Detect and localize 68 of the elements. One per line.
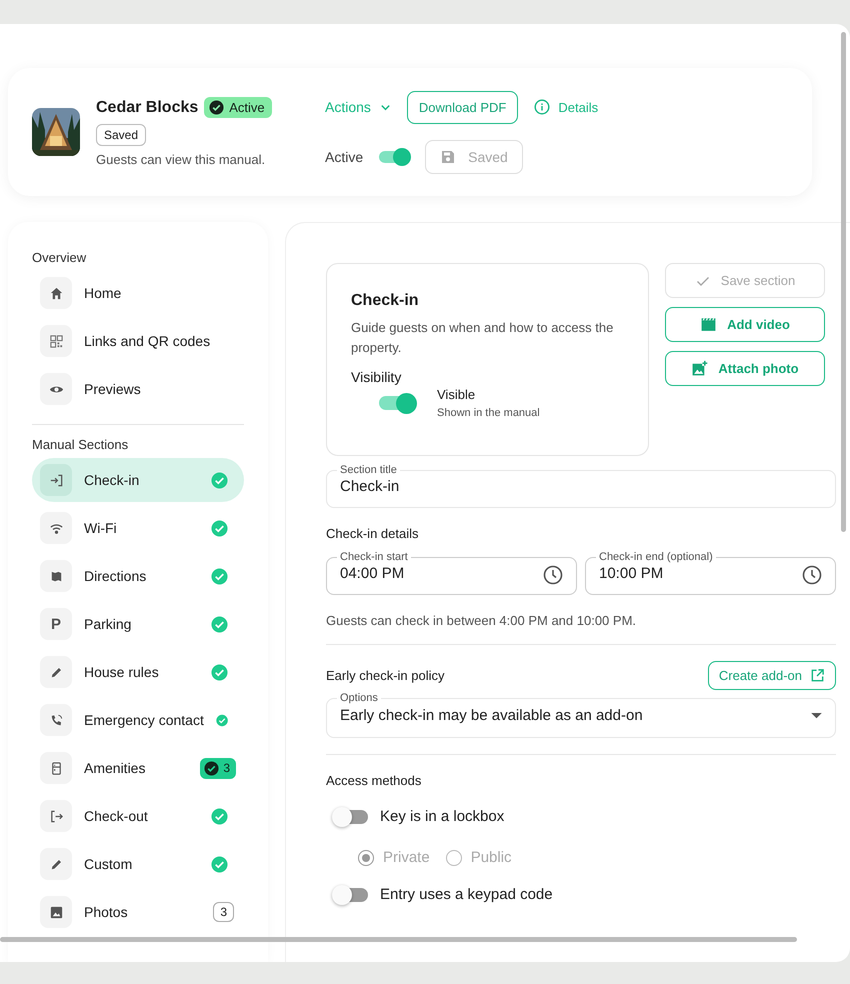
count-badge: 3 xyxy=(213,902,234,922)
check-icon xyxy=(211,472,228,488)
check-icon xyxy=(211,568,228,584)
sidebar-item[interactable]: Directions xyxy=(32,554,244,598)
field-label: Section title xyxy=(339,464,398,476)
section-subheading: Early check-in policy xyxy=(326,668,444,683)
sidebar-item[interactable]: Links and QR codes xyxy=(32,319,244,363)
visibility-state: Visible xyxy=(437,387,476,402)
field-label: Check-in end (optional) xyxy=(598,551,714,563)
sidebar-item[interactable]: Amenities 3 xyxy=(32,746,244,790)
sidebar-heading: Manual Sections xyxy=(32,437,130,452)
parking-icon: P xyxy=(50,616,61,632)
access-toggle[interactable] xyxy=(334,888,368,902)
sidebar-item[interactable]: Photos 3 xyxy=(32,890,244,934)
radio-label: Public xyxy=(470,849,512,866)
access-method-label: Key is in a lockbox xyxy=(380,808,504,825)
check-icon xyxy=(211,856,228,872)
section-description: Guide guests on when and how to access the property. xyxy=(351,319,614,357)
visibility-hint: Shown in the manual xyxy=(437,407,540,419)
sidebar-item[interactable]: P Parking xyxy=(32,602,244,646)
manual-title: Cedar Blocks xyxy=(96,98,198,116)
active-label: Active xyxy=(325,148,364,164)
enter-arrow-icon xyxy=(48,472,64,488)
section-heading: Check-in xyxy=(351,292,420,310)
visibility-label: Visibility xyxy=(351,369,402,385)
section-subheading: Check-in details xyxy=(326,526,420,541)
add-image-icon xyxy=(691,360,708,377)
sidebar-item[interactable]: Custom xyxy=(32,842,244,886)
count-badge: 3 xyxy=(200,758,236,778)
check-icon xyxy=(211,520,228,536)
vertical-scrollbar[interactable] xyxy=(841,32,846,532)
sidebar-item[interactable]: Emergency contact xyxy=(32,698,244,742)
home-icon xyxy=(48,286,64,300)
check-icon xyxy=(211,808,228,824)
options-dropdown[interactable]: Options Early check-in may be available as an add-on xyxy=(326,692,836,738)
saved-chip: Saved xyxy=(96,124,146,146)
sidebar-item[interactable]: Check-in xyxy=(32,458,244,502)
clapperboard-icon xyxy=(700,316,718,333)
field-label: Options xyxy=(339,692,379,704)
status-badge: Active xyxy=(204,97,272,118)
sidebar-item[interactable]: Wi-Fi xyxy=(32,506,244,550)
time-field[interactable]: Check-in end (optional) 10:00 PM xyxy=(585,551,836,595)
active-toggle[interactable] xyxy=(379,150,410,162)
access-toggle[interactable] xyxy=(334,810,368,824)
section-title-field[interactable]: Section title Check-in xyxy=(326,464,836,508)
external-link-icon xyxy=(810,668,825,683)
field-label: Check-in start xyxy=(339,551,409,563)
sidebar-item[interactable]: Home xyxy=(32,271,244,315)
clock-icon[interactable] xyxy=(543,564,563,584)
checkin-summary: Guests can check in between 4:00 PM and 10:00 PM. xyxy=(326,613,638,628)
horizontal-scrollbar[interactable] xyxy=(0,937,797,942)
image-icon xyxy=(48,904,64,920)
sidebar-item[interactable]: House rules xyxy=(32,650,244,694)
radio-label: Private xyxy=(383,849,430,866)
time-field[interactable]: Check-in start 04:00 PM xyxy=(326,551,577,595)
sidebar-item[interactable]: Previews xyxy=(32,367,244,411)
access-method-label: Entry uses a keypad code xyxy=(380,886,553,903)
visibility-caption: Guests can view this manual. xyxy=(96,152,266,167)
info-icon xyxy=(534,99,550,115)
check-icon xyxy=(211,664,228,680)
clock-icon[interactable] xyxy=(802,564,822,584)
qr-code-icon xyxy=(48,334,64,348)
section-subheading: Access methods xyxy=(326,773,422,788)
sidebar-item[interactable]: Check-out xyxy=(32,794,244,838)
exit-arrow-icon xyxy=(48,808,64,824)
check-icon xyxy=(211,616,228,632)
dropdown-caret-icon xyxy=(811,713,822,720)
sidebar-heading: Overview xyxy=(32,250,88,265)
